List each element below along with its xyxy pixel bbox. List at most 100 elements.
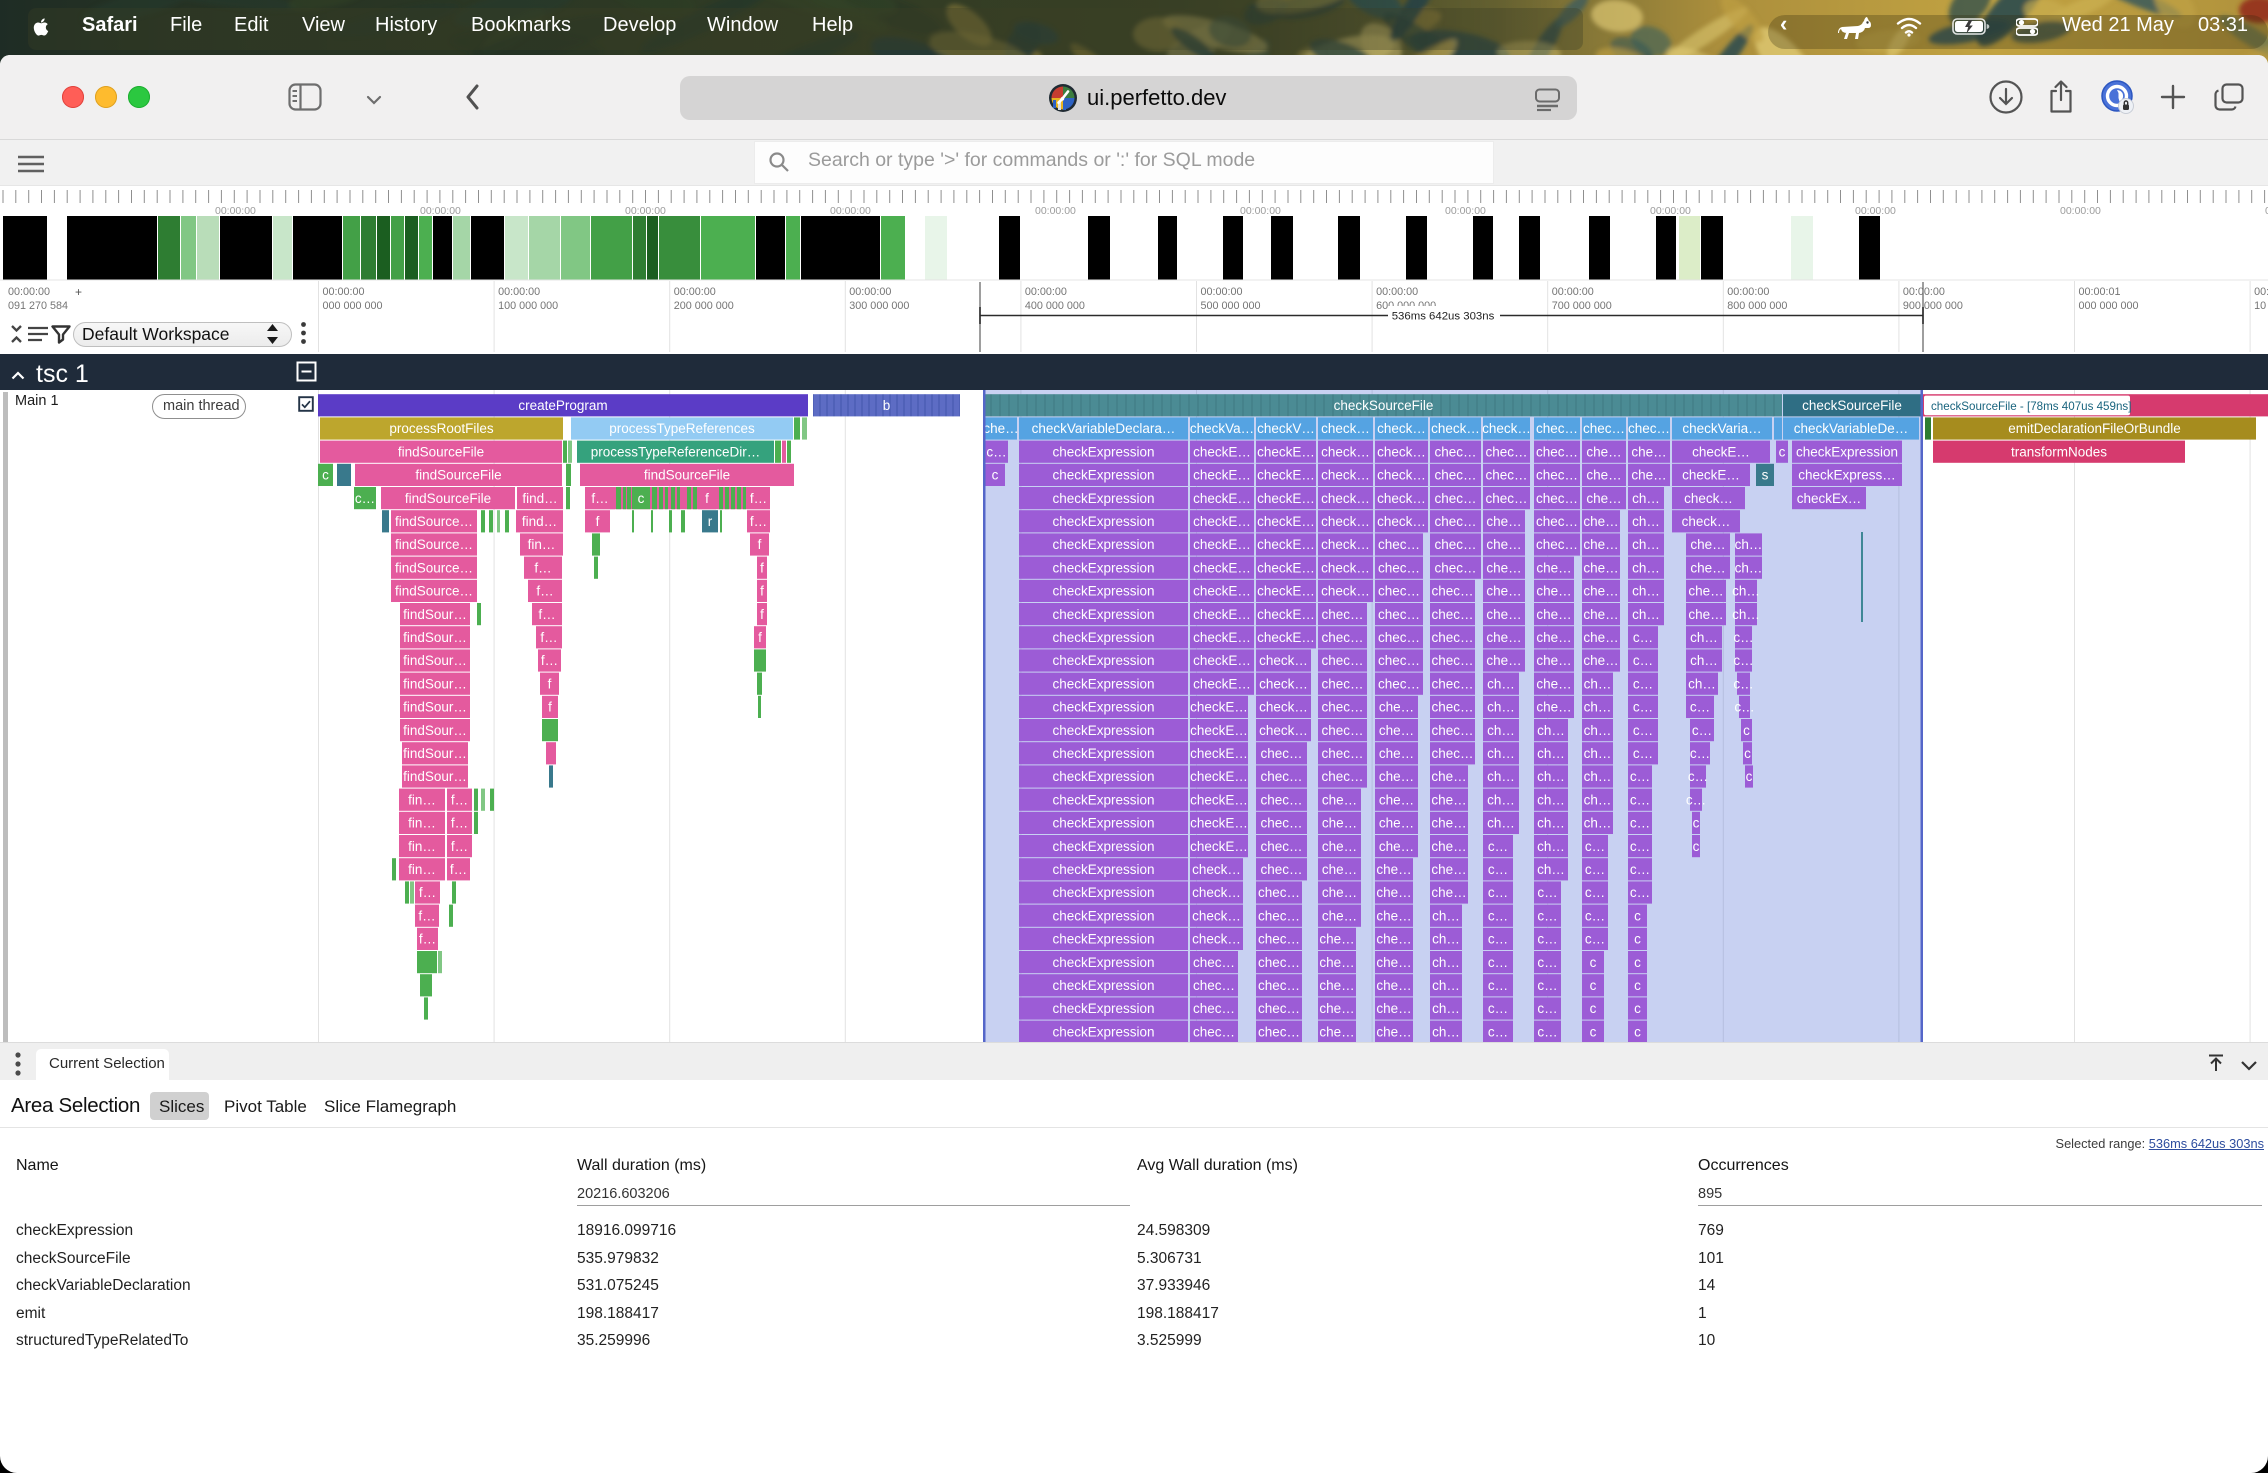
svg-text:00:00:00: 00:00:00 [2060, 205, 2101, 217]
svg-text:check…: check… [1192, 908, 1241, 923]
svg-text:processTypeReferences: processTypeReferences [609, 421, 755, 436]
svg-text:che…: che… [1536, 700, 1571, 715]
svg-text:che…: che… [1431, 839, 1466, 854]
svg-text:checkExpression: checkExpression [1796, 444, 1898, 459]
svg-text:findSourceFile: findSourceFile [405, 491, 491, 506]
svg-text:chec…: chec… [1193, 955, 1235, 970]
svg-text:findSour…: findSour… [403, 653, 467, 668]
svg-text:checkE…: checkE… [1190, 769, 1248, 784]
svg-text:c…: c… [1585, 839, 1605, 854]
svg-text:che…: che… [1319, 955, 1354, 970]
svg-text:c…: c… [1686, 792, 1706, 807]
svg-text:ch…: ch… [1432, 1024, 1460, 1039]
svg-text:ch…: ch… [1584, 746, 1612, 761]
svg-text:findSourceFile: findSourceFile [415, 468, 501, 483]
svg-text:chec…: chec… [1258, 955, 1300, 970]
svg-text:00:00:00: 00:00:00 [420, 205, 461, 217]
svg-text:ch…: ch… [1487, 792, 1515, 807]
svg-text:checkSourceFile: checkSourceFile [1334, 398, 1434, 413]
svg-text:findSour…: findSour… [403, 746, 467, 761]
svg-text:chec…: chec… [1321, 607, 1363, 622]
svg-text:checkV…: checkV… [1257, 421, 1315, 436]
svg-text:checkE…: checkE… [1193, 491, 1251, 506]
svg-text:findSour…: findSour… [403, 607, 467, 622]
svg-text:chec…: chec… [1193, 1001, 1235, 1016]
svg-text:chec…: chec… [1321, 769, 1363, 784]
svg-text:che…: che… [1376, 1024, 1411, 1039]
svg-text:c…: c… [1688, 769, 1708, 784]
svg-text:check…: check… [1377, 468, 1426, 483]
svg-text:checkExpression: checkExpression [1052, 723, 1154, 738]
svg-text:fin…: fin… [408, 862, 436, 877]
svg-text:c…: c… [1488, 1024, 1508, 1039]
svg-text:che…: che… [1486, 514, 1521, 529]
svg-text:ch…: ch… [1537, 792, 1565, 807]
svg-text:00:00:00: 00:00:00 [1376, 286, 1418, 298]
svg-text:f…: f… [750, 491, 767, 506]
svg-text:c…: c… [1537, 978, 1557, 993]
svg-text:c…: c… [1633, 630, 1653, 645]
svg-text:chec…: chec… [1536, 468, 1578, 483]
svg-text:c: c [1693, 816, 1700, 831]
svg-text:checkE…: checkE… [1193, 514, 1251, 529]
svg-text:che…: che… [1376, 955, 1411, 970]
svg-text:che…: che… [1379, 700, 1414, 715]
svg-text:f…: f… [451, 792, 468, 807]
svg-text:c: c [322, 468, 329, 483]
svg-text:che…: che… [1376, 932, 1411, 947]
svg-text:ch…: ch… [1584, 723, 1612, 738]
svg-text:chec…: chec… [1485, 444, 1527, 459]
svg-text:f…: f… [451, 816, 468, 831]
svg-text:chec…: chec… [1321, 653, 1363, 668]
svg-text:700 000 000: 700 000 000 [1552, 300, 1612, 312]
svg-text:checkExpression: checkExpression [1052, 584, 1154, 599]
svg-text:che…: che… [1319, 1001, 1354, 1016]
svg-text:checkE…: checkE… [1257, 607, 1315, 622]
svg-text:f…: f… [419, 932, 436, 947]
svg-text:ch…: ch… [1487, 769, 1515, 784]
svg-text:chec…: chec… [1260, 792, 1302, 807]
svg-text:c…: c… [1633, 676, 1653, 691]
svg-text:00:00:00: 00:00:00 [1650, 205, 1691, 217]
svg-text:c…: c… [1488, 862, 1508, 877]
svg-text:ch…: ch… [1688, 676, 1716, 691]
svg-text:ch…: ch… [1632, 560, 1660, 575]
svg-text:che…: che… [1322, 839, 1357, 854]
svg-text:che…: che… [1431, 792, 1466, 807]
svg-text:checkExpression: checkExpression [1052, 978, 1154, 993]
svg-text:checkE…: checkE… [1193, 607, 1251, 622]
svg-text:f: f [760, 560, 764, 575]
svg-text:che…: che… [1586, 468, 1621, 483]
svg-text:findSourceFile: findSourceFile [398, 444, 484, 459]
svg-text:che…: che… [1486, 560, 1521, 575]
svg-text:che…: che… [1376, 862, 1411, 877]
svg-text:chec…: chec… [1321, 723, 1363, 738]
svg-text:00:00:00: 00:00:00 [849, 286, 891, 298]
svg-text:che…: che… [1583, 630, 1618, 645]
svg-text:c…: c… [1585, 932, 1605, 947]
svg-text:c…: c… [1537, 885, 1557, 900]
svg-text:00:00:00: 00:00:00 [1552, 286, 1594, 298]
svg-text:ch…: ch… [1584, 700, 1612, 715]
svg-text:c: c [1744, 746, 1751, 761]
svg-text:checkE…: checkE… [1682, 468, 1740, 483]
svg-text:checkExpression: checkExpression [1052, 630, 1154, 645]
svg-text:c…: c… [1633, 653, 1653, 668]
svg-text:checkE…: checkE… [1692, 444, 1750, 459]
svg-text:check…: check… [1482, 421, 1531, 436]
svg-text:che…: che… [1379, 723, 1414, 738]
svg-text:00:00:00: 00:00:00 [1855, 205, 1896, 217]
svg-text:che…: che… [1536, 584, 1571, 599]
svg-text:ch…: ch… [1487, 676, 1515, 691]
svg-text:chec…: chec… [1258, 885, 1300, 900]
svg-text:check…: check… [1259, 700, 1308, 715]
svg-text:chec…: chec… [1434, 444, 1476, 459]
svg-text:ch…: ch… [1432, 1001, 1460, 1016]
svg-text:checkE…: checkE… [1257, 560, 1315, 575]
svg-text:ch…: ch… [1735, 537, 1763, 552]
svg-text:00:00:00: 00:00:00 [674, 286, 716, 298]
svg-text:c: c [1634, 978, 1641, 993]
svg-text:checkExpression: checkExpression [1052, 862, 1154, 877]
svg-text:00:00:00: 00:00:00 [625, 205, 666, 217]
svg-text:ch…: ch… [1584, 792, 1612, 807]
